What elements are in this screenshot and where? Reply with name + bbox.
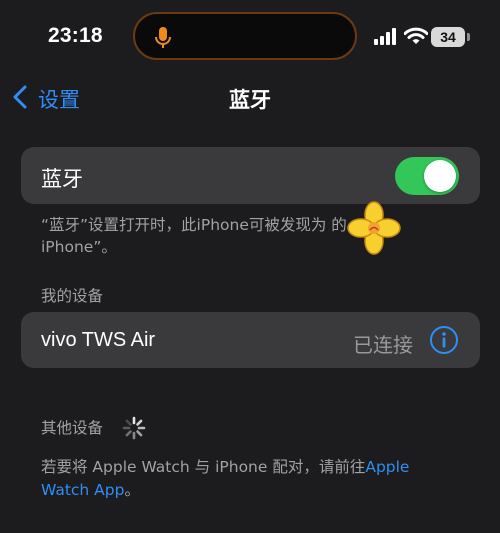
battery-icon: 34 <box>431 27 465 47</box>
bluetooth-toggle-row: 蓝牙 <box>21 147 480 204</box>
status-time: 23:18 <box>48 24 103 47</box>
spinner-icon <box>121 415 147 445</box>
dynamic-island <box>133 12 357 60</box>
flower-sticker-icon <box>344 200 404 260</box>
page-title: 蓝牙 <box>229 88 271 112</box>
other-devices-header: 其他设备 <box>41 419 104 437</box>
bluetooth-toggle[interactable] <box>395 157 459 195</box>
wifi-icon <box>403 27 429 50</box>
device-name: vivo TWS Air <box>41 329 156 351</box>
bluetooth-label: 蓝牙 <box>41 167 83 191</box>
my-devices-header: 我的设备 <box>41 287 104 305</box>
info-icon[interactable] <box>429 325 459 359</box>
device-status: 已连接 <box>353 333 413 357</box>
cellular-signal-icon <box>374 28 398 49</box>
device-row[interactable]: vivo TWS Air 已连接 <box>21 312 480 368</box>
microphone-icon <box>154 26 172 54</box>
pairing-hint-suffix: 。 <box>124 481 140 499</box>
pairing-hint-text: 若要将 Apple Watch 与 iPhone 配对，请前往 <box>41 458 366 476</box>
toggle-knob <box>424 160 456 192</box>
battery-cap <box>467 33 470 41</box>
pairing-hint: 若要将 Apple Watch 与 iPhone 配对，请前往Apple Wat… <box>41 456 461 502</box>
